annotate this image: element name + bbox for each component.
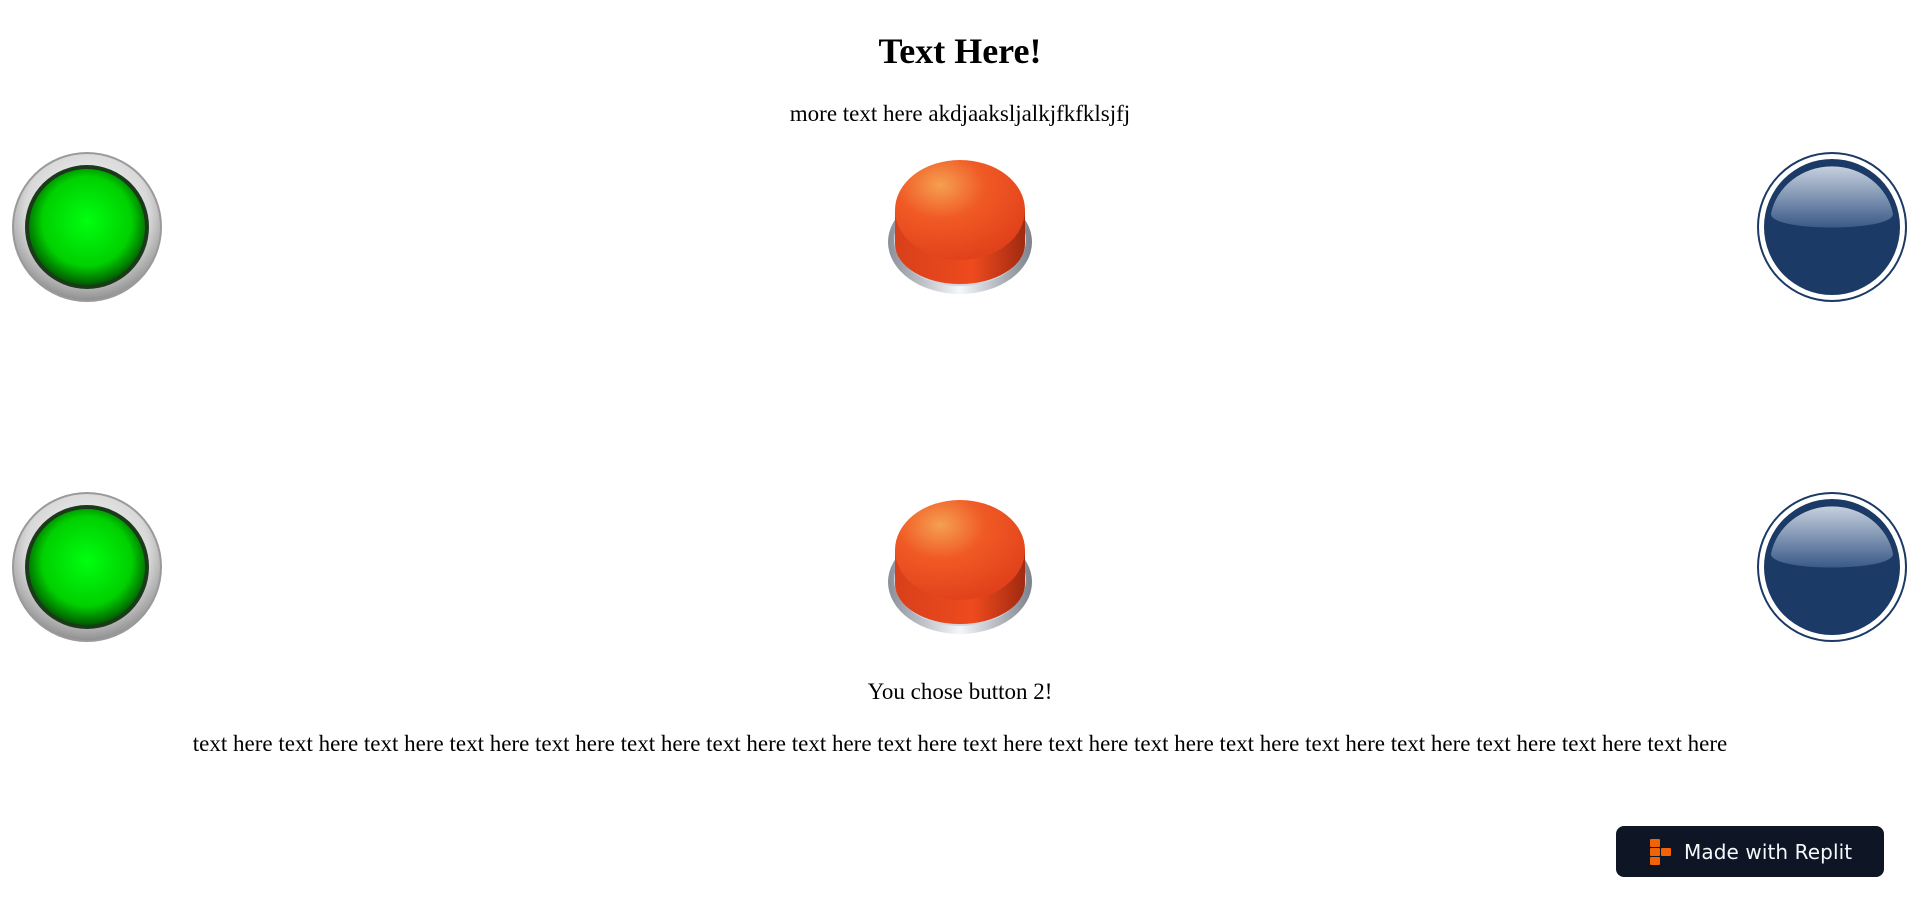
- green-round-button-icon: [12, 492, 162, 642]
- subtitle-text: more text here akdjaaksljalkjfkfklsjfj: [789, 101, 1131, 126]
- green-button-2[interactable]: [12, 492, 162, 642]
- made-with-replit-badge[interactable]: Made with Replit: [1616, 826, 1884, 877]
- badge-label: Made with Replit: [1684, 839, 1853, 864]
- green-round-button-icon: [12, 152, 162, 302]
- orange-push-button-icon: [888, 500, 1032, 634]
- navy-button-1[interactable]: [1757, 152, 1907, 302]
- orange-button-2[interactable]: [885, 492, 1035, 642]
- navy-glossy-button-icon: [1757, 492, 1907, 642]
- green-button-1[interactable]: [12, 152, 162, 302]
- navy-glossy-button-icon: [1757, 152, 1907, 302]
- orange-button-1[interactable]: [885, 152, 1035, 302]
- orange-push-button-icon: [888, 160, 1032, 294]
- page-title: Text Here!: [878, 31, 1042, 71]
- choice-result-text: You chose button 2!: [867, 679, 1053, 704]
- body-text: text here text here text here text here …: [192, 731, 1728, 756]
- navy-button-2[interactable]: [1757, 492, 1907, 642]
- replit-logo-icon: [1650, 838, 1671, 865]
- page: Text Here! more text here akdjaaksljalkj…: [0, 0, 1920, 912]
